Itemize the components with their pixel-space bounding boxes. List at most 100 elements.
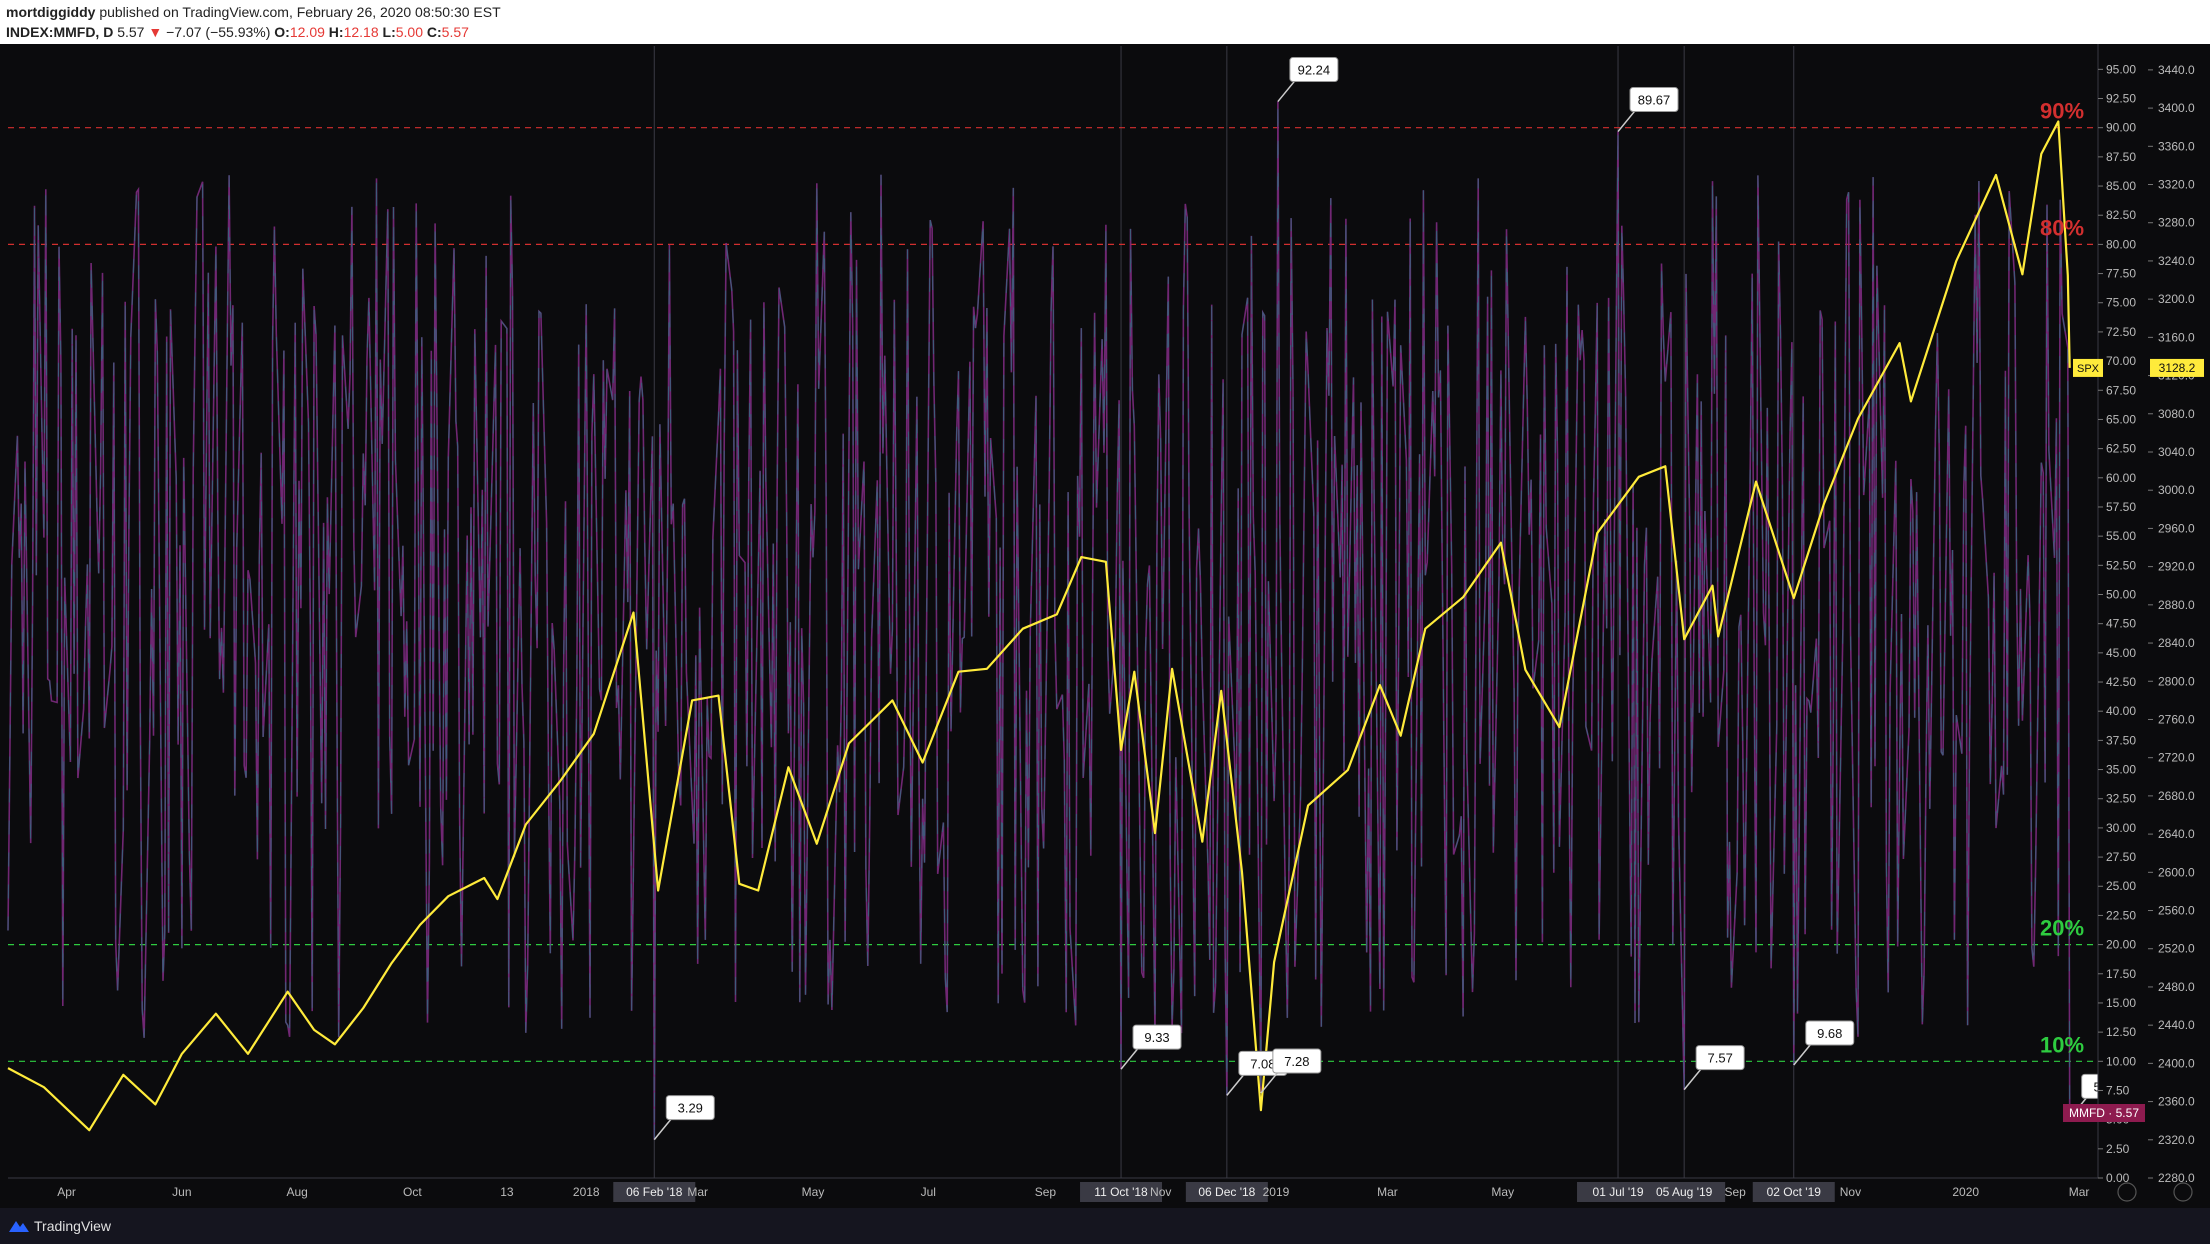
- time-axis-label: Sep: [1035, 1185, 1057, 1199]
- mmfd-tick-label: 12.50: [2106, 1025, 2136, 1039]
- low-label: L:: [382, 24, 396, 40]
- mmfd-tick-label: 67.50: [2106, 383, 2136, 397]
- spx-tick-label: 2520.0: [2158, 942, 2195, 956]
- mmfd-tick-label: 82.50: [2106, 208, 2136, 222]
- spx-name-label: SPX: [2077, 363, 2100, 375]
- mmfd-tick-label: 25.00: [2106, 879, 2136, 893]
- close-value: 5.57: [441, 24, 469, 40]
- time-axis-label: 11 Oct '18: [1094, 1185, 1148, 1199]
- mmfd-tick-label: 55.00: [2106, 529, 2136, 543]
- level-label: 10%: [2040, 1032, 2084, 1057]
- mmfd-last-value: MMFD · 5.57: [2069, 1106, 2139, 1120]
- mmfd-tick-label: 57.50: [2106, 500, 2136, 514]
- spx-tick-label: 3040.0: [2158, 445, 2195, 459]
- last-value: 5.57: [117, 24, 145, 40]
- spx-tick-label: 3080.0: [2158, 407, 2195, 421]
- spx-tick-label: 3240.0: [2158, 254, 2195, 268]
- time-axis-label: 2020: [1952, 1185, 1979, 1199]
- publisher-name[interactable]: mortdiggiddy: [6, 4, 95, 20]
- mmfd-tick-label: 80.00: [2106, 237, 2136, 251]
- time-axis-label: Nov: [1150, 1185, 1171, 1199]
- mmfd-tick-label: 20.00: [2106, 938, 2136, 952]
- mmfd-tick-label: 45.00: [2106, 646, 2136, 660]
- callout-label: 9.33: [1144, 1030, 1169, 1045]
- spx-tick-label: 2960.0: [2158, 521, 2195, 535]
- spx-tick-label: 3160.0: [2158, 330, 2195, 344]
- mmfd-tick-label: 62.50: [2106, 442, 2136, 456]
- spx-tick-label: 2680.0: [2158, 789, 2195, 803]
- time-axis-label: Nov: [1840, 1185, 1861, 1199]
- callout-label: 3.29: [678, 1101, 703, 1116]
- mmfd-tick-label: 10.00: [2106, 1054, 2136, 1068]
- time-axis-label: 01 Jul '19: [1593, 1185, 1644, 1199]
- change-value: −7.07 (−55.93%): [166, 24, 271, 40]
- mmfd-tick-label: 35.00: [2106, 763, 2136, 777]
- level-label: 80%: [2040, 215, 2084, 240]
- time-axis-label: 2019: [1263, 1185, 1290, 1199]
- spx-tick-label: 3280.0: [2158, 216, 2195, 230]
- change-down-icon: ▼: [148, 24, 163, 40]
- mmfd-tick-label: 52.50: [2106, 558, 2136, 572]
- callout-label: 92.24: [1298, 63, 1331, 78]
- mmfd-tick-label: 30.00: [2106, 821, 2136, 835]
- published-text: published on TradingView.com, February 2…: [99, 4, 501, 20]
- spx-tick-label: 2600.0: [2158, 865, 2195, 879]
- low-value: 5.00: [395, 24, 423, 40]
- spx-tick-label: 2720.0: [2158, 751, 2195, 765]
- mmfd-tick-label: 72.50: [2106, 325, 2136, 339]
- callout-label: 89.67: [1638, 93, 1671, 108]
- time-axis-label: 06 Dec '18: [1198, 1185, 1255, 1199]
- time-axis-label: Oct: [403, 1185, 422, 1199]
- time-axis-label: 02 Oct '19: [1767, 1185, 1822, 1199]
- spx-tick-label: 3320.0: [2158, 178, 2195, 192]
- time-axis-label: Apr: [57, 1185, 76, 1199]
- mmfd-tick-label: 70.00: [2106, 354, 2136, 368]
- time-axis-label: May: [1491, 1185, 1514, 1199]
- chart-background: [0, 44, 2210, 1208]
- mmfd-tick-label: 87.50: [2106, 150, 2136, 164]
- high-label: H:: [328, 24, 344, 40]
- callout-label: 7.28: [1284, 1054, 1309, 1069]
- time-axis-label: Aug: [286, 1185, 307, 1199]
- open-label: O:: [274, 24, 290, 40]
- time-axis-label: Sep: [1724, 1185, 1746, 1199]
- footer-brand[interactable]: TradingView: [34, 1218, 111, 1234]
- price-chart[interactable]: 90% 80% 20% 10% 3.29 9.33 7.08 7.28 92.24 89.67 7.…: [0, 44, 2210, 1208]
- callout-label: 7.08: [1250, 1056, 1275, 1071]
- mmfd-tick-label: 60.00: [2106, 471, 2136, 485]
- high-value: 12.18: [343, 24, 379, 40]
- level-label: 20%: [2040, 916, 2084, 941]
- mmfd-tick-label: 40.00: [2106, 704, 2136, 718]
- time-axis-label: 05 Aug '19: [1656, 1185, 1713, 1199]
- symbol-info: INDEX:MMFD, D 5.57 ▼ −7.07 (−55.93%) O: 1…: [6, 24, 469, 40]
- spx-tick-label: 2360.0: [2158, 1095, 2195, 1109]
- mmfd-tick-label: 50.00: [2106, 587, 2136, 601]
- footer-bar: TradingView: [0, 1208, 2210, 1244]
- spx-tick-label: 2560.0: [2158, 904, 2195, 918]
- spx-tick-label: 2640.0: [2158, 827, 2195, 841]
- mmfd-tick-label: 27.50: [2106, 850, 2136, 864]
- callout-label: 9.68: [1817, 1026, 1842, 1041]
- spx-last-value: 3128.2: [2159, 361, 2196, 375]
- symbol-name: INDEX:MMFD, D: [6, 24, 114, 40]
- mmfd-tick-label: 32.50: [2106, 792, 2136, 806]
- spx-tick-label: 2320.0: [2158, 1133, 2195, 1147]
- time-axis-label: 13: [500, 1185, 514, 1199]
- spx-tick-label: 2280.0: [2158, 1171, 2195, 1185]
- spx-tick-label: 3360.0: [2158, 139, 2195, 153]
- level-label: 90%: [2040, 99, 2084, 124]
- mmfd-tick-label: 75.00: [2106, 296, 2136, 310]
- mmfd-tick-label: 95.00: [2106, 62, 2136, 76]
- time-axis-label: Mar: [2069, 1185, 2090, 1199]
- publish-info: mortdiggiddy published on TradingView.co…: [6, 4, 501, 20]
- spx-tick-label: 2440.0: [2158, 1018, 2195, 1032]
- time-axis-label: Mar: [1377, 1185, 1398, 1199]
- mmfd-tick-label: 15.00: [2106, 996, 2136, 1010]
- time-axis-label: Jul: [921, 1185, 936, 1199]
- time-axis-label: Jun: [172, 1185, 191, 1199]
- mmfd-tick-label: 90.00: [2106, 121, 2136, 135]
- spx-tick-label: 2920.0: [2158, 560, 2195, 574]
- mmfd-tick-label: 7.50: [2106, 1083, 2130, 1097]
- spx-tick-label: 2800.0: [2158, 674, 2195, 688]
- tradingview-logo-icon: [9, 1221, 29, 1232]
